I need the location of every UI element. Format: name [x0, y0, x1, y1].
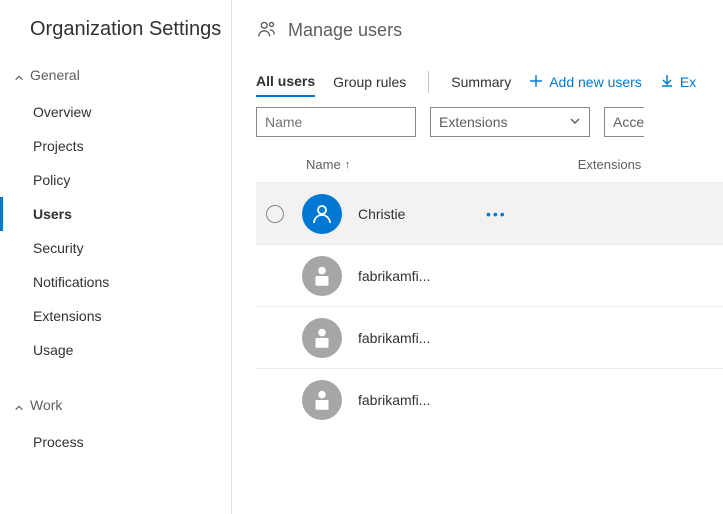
chevron-down-icon — [569, 114, 581, 130]
sidebar-item-extensions[interactable]: Extensions — [0, 299, 231, 333]
access-filter-select[interactable]: Acce — [604, 107, 644, 137]
download-icon — [660, 74, 674, 91]
more-actions-button[interactable]: ••• — [486, 206, 507, 222]
extensions-filter-label: Extensions — [439, 114, 507, 130]
table-row[interactable]: fabrikamfi... — [256, 368, 723, 430]
sidebar-item-overview[interactable]: Overview — [0, 95, 231, 129]
page-title: Organization Settings — [0, 18, 231, 61]
access-filter-label: Acce — [613, 114, 644, 130]
sidebar-nav-general: Overview Projects Policy Users Security … — [0, 89, 231, 373]
tab-all-users[interactable]: All users — [256, 67, 315, 97]
tab-group-rules[interactable]: Group rules — [333, 68, 406, 96]
table-row[interactable]: fabrikamfi... — [256, 244, 723, 306]
table-row[interactable]: Christie ••• — [256, 182, 723, 244]
sidebar-nav-work: Process — [0, 419, 231, 465]
avatar — [302, 194, 342, 234]
plus-icon — [529, 74, 543, 91]
section-header: Manage users — [256, 18, 723, 43]
row-name: fabrikamfi... — [358, 330, 486, 346]
add-new-users-label: Add new users — [549, 74, 642, 90]
chevron-up-icon — [14, 400, 24, 410]
sidebar-item-notifications[interactable]: Notifications — [0, 265, 231, 299]
avatar — [302, 318, 342, 358]
tab-bar: All users Group rules Summary Add new us… — [256, 67, 723, 97]
sidebar-item-users[interactable]: Users — [0, 197, 231, 231]
column-extensions-header[interactable]: Extensions — [496, 157, 723, 172]
add-new-users-button[interactable]: Add new users — [529, 74, 642, 91]
column-headers: Name ↑ Extensions — [256, 147, 723, 182]
avatar — [302, 256, 342, 296]
sidebar-item-policy[interactable]: Policy — [0, 163, 231, 197]
export-button[interactable]: Ex — [660, 74, 696, 91]
row-name: fabrikamfi... — [358, 392, 486, 408]
chevron-up-icon — [14, 70, 24, 80]
summary-button[interactable]: Summary — [451, 74, 511, 90]
people-icon — [256, 18, 278, 43]
export-label: Ex — [680, 74, 696, 90]
sidebar-item-projects[interactable]: Projects — [0, 129, 231, 163]
table-row[interactable]: fabrikamfi... — [256, 306, 723, 368]
section-title: Manage users — [288, 20, 402, 41]
filter-row: Extensions Acce — [256, 107, 723, 137]
sidebar-group-label: General — [30, 67, 80, 83]
row-name: Christie — [358, 206, 486, 222]
sidebar-item-usage[interactable]: Usage — [0, 333, 231, 367]
main: Manage users All users Group rules Summa… — [232, 0, 723, 514]
extensions-filter-select[interactable]: Extensions — [430, 107, 590, 137]
sort-asc-icon: ↑ — [345, 159, 351, 171]
column-name-header[interactable]: Name ↑ — [306, 157, 496, 172]
row-name: fabrikamfi... — [358, 268, 486, 284]
sidebar-item-security[interactable]: Security — [0, 231, 231, 265]
avatar — [302, 380, 342, 420]
name-filter-input[interactable] — [256, 107, 416, 137]
sidebar: Organization Settings General Overview P… — [0, 0, 232, 514]
divider — [428, 71, 429, 93]
sidebar-group-general[interactable]: General — [0, 61, 231, 89]
row-checkbox[interactable] — [266, 205, 284, 223]
sidebar-group-label: Work — [30, 397, 62, 413]
sidebar-group-work[interactable]: Work — [0, 391, 231, 419]
sidebar-item-process[interactable]: Process — [0, 425, 231, 459]
